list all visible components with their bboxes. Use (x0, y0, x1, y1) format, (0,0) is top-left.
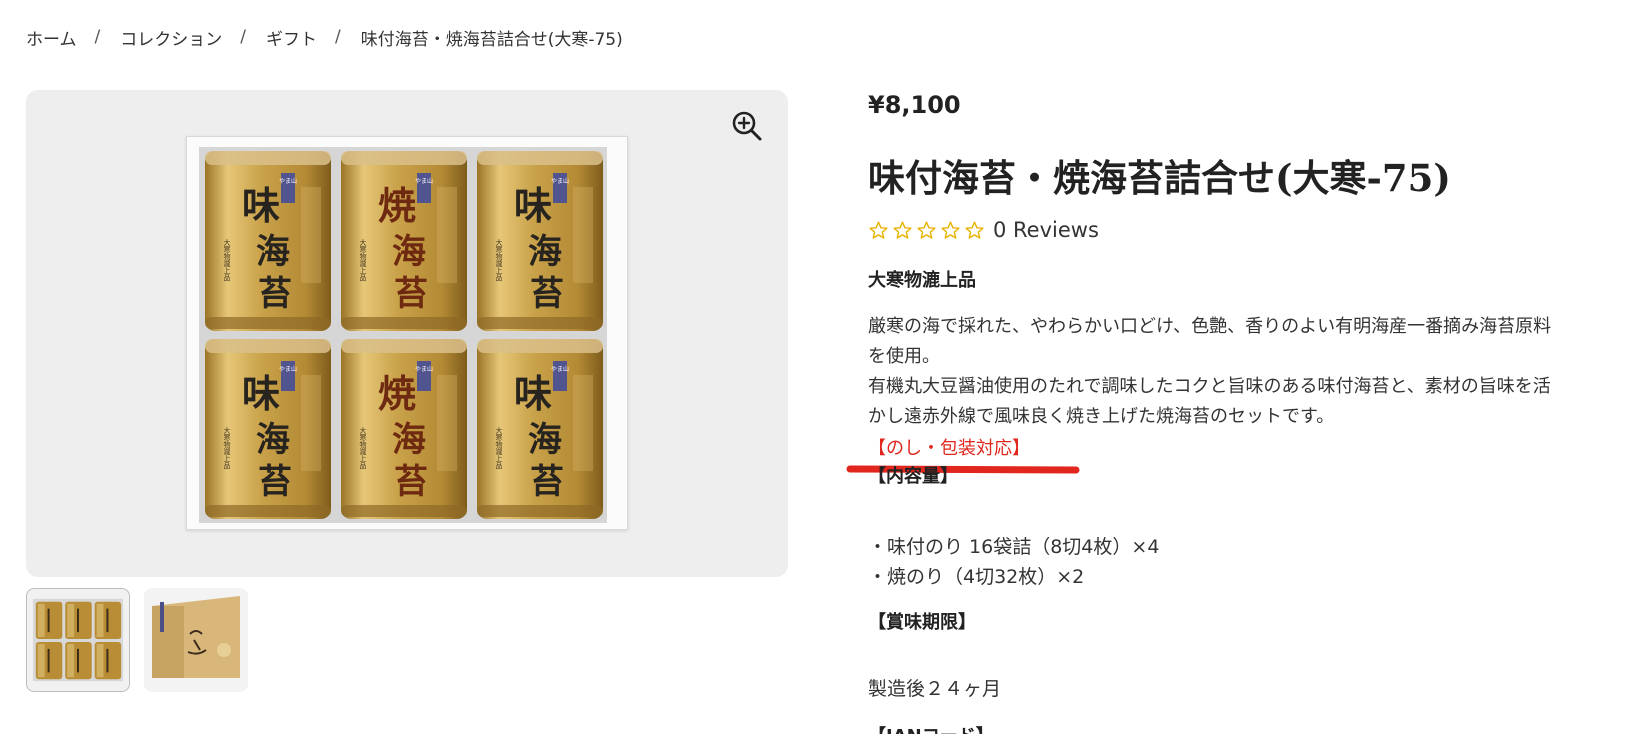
star-outline-icon (917, 220, 936, 239)
gift-box-tray: やま山味海苔大寒物瀧上品 やま山焼海苔大寒物瀧上品 やま山 味 海 苔 大寒物瀧… (199, 147, 607, 523)
breadcrumb-separator: / (94, 27, 101, 47)
tin-maker-label: 大寒物瀧上品 (223, 238, 231, 282)
star-outline-icon (941, 220, 960, 239)
rating-stars (868, 220, 985, 241)
tin-glyph-bot: 苔 (258, 462, 292, 502)
thumbnail-1[interactable] (26, 588, 130, 692)
breadcrumb-separator: / (334, 27, 341, 47)
tin-brand-tag: やま山 (415, 177, 433, 185)
product-description: 厳寒の海で採れた、やわらかい口どけ、色艶、香りのよい有明海産一番摘み海苔原料 を… (868, 312, 1636, 432)
tin-glyph-mid: 海 (256, 232, 290, 272)
contents-item: ・焼のり（4切32枚）×2 (868, 566, 1085, 588)
tin-glyph-bot: 苔 (530, 274, 564, 314)
star-outline-icon (893, 220, 912, 239)
tin-maker-label: 大寒物瀧上品 (495, 426, 503, 470)
reviews-count[interactable]: 0 Reviews (993, 218, 1099, 242)
tin-glyph-top: 味 (242, 183, 280, 228)
tin-brand-tag: やま山 (415, 365, 433, 373)
star-outline-icon (869, 220, 888, 239)
tin-glyph-top: 味 (514, 183, 552, 228)
tin-brand-tag: やま山 (279, 365, 297, 373)
seaweed-tin-image: やま山味海苔 大寒物瀧上品 (473, 147, 607, 335)
tin-maker-label: 大寒物瀧上品 (359, 426, 367, 470)
contents-heading: 【内容量】 (868, 466, 958, 487)
tin-glyph-bot: 苔 (394, 274, 428, 314)
tin-glyph-top: 焼 (378, 371, 416, 416)
tin-maker-label: 大寒物瀧上品 (223, 426, 231, 470)
breadcrumb-collection-link[interactable]: コレクション (120, 25, 222, 50)
breadcrumb-gift-link[interactable]: ギフト (266, 25, 317, 50)
tin-maker-label: 大寒物瀧上品 (495, 238, 503, 282)
thumbnail-strip (26, 588, 248, 692)
tin-glyph-bot: 苔 (394, 462, 428, 502)
breadcrumb-separator: / (240, 27, 246, 47)
product-price: ¥8,100 (868, 91, 961, 119)
description-line: を使用。 (868, 346, 940, 367)
contents-item: ・味付のり 16袋詰（8切4枚）×4 (868, 536, 1160, 558)
seaweed-tin-image: やま山焼海苔 大寒物瀧上品 (337, 147, 471, 335)
tin-glyph-top: 味 (242, 371, 280, 416)
tin-glyph-mid: 海 (528, 420, 562, 460)
tin-brand-tag: やま山 (279, 177, 297, 185)
tin-glyph-bot: 苔 (258, 274, 292, 314)
thumbnail-2[interactable] (144, 588, 248, 692)
tin-maker-label: 大寒物瀧上品 (359, 238, 367, 282)
product-title: 味付海苔・焼海苔詰合せ(大寒-75) (868, 156, 1451, 200)
star-outline-icon (965, 220, 984, 239)
description-line: 有機丸大豆醤油使用のたれで調味したコクと旨味のある味付海苔と、素材の旨味を活 (868, 376, 1551, 397)
breadcrumb: ホーム / コレクション / ギフト / 味付海苔・焼海苔詰合せ(大寒-75) (26, 24, 623, 50)
tin-glyph-mid: 海 (256, 420, 290, 460)
contents-list: ・味付のり 16袋詰（8切4枚）×4 ・焼のり（4切32枚）×2 (868, 532, 1159, 592)
tin-brand-tag: やま山 (551, 365, 569, 373)
shelf-life-heading: 【賞味期限】 (868, 612, 976, 633)
shelf-life-value: 製造後２４ヶ月 (868, 678, 1002, 700)
seaweed-tin-image: やま山味海苔 大寒物瀧上品 (473, 335, 607, 523)
gift-box-image: やま山味海苔大寒物瀧上品 やま山焼海苔大寒物瀧上品 やま山 味 海 苔 大寒物瀧… (186, 136, 628, 530)
tin-glyph-bot: 苔 (530, 462, 564, 502)
noshi-wrapping-note: 【のし・包装対応】 (868, 438, 1030, 459)
seaweed-tin-image: やま山味海苔 大寒物瀧上品 (201, 147, 335, 335)
tin-brand-tag: やま山 (551, 177, 569, 185)
seaweed-tin-image: やま山味海苔 大寒物瀧上品 (201, 335, 335, 523)
zoom-in-icon[interactable] (731, 110, 763, 142)
breadcrumb-home-link[interactable]: ホーム (26, 25, 77, 50)
tin-glyph-top: 焼 (378, 183, 416, 228)
seaweed-tin-image: やま山焼海苔 大寒物瀧上品 (337, 335, 471, 523)
tin-glyph-mid: 海 (392, 420, 426, 460)
tin-glyph-top: 味 (514, 371, 552, 416)
product-brand: 大寒物漉上品 (868, 270, 976, 291)
description-line: 厳寒の海で採れた、やわらかい口どけ、色艶、香りのよい有明海産一番摘み海苔原料 (868, 316, 1552, 337)
breadcrumb-current: 味付海苔・焼海苔詰合せ(大寒-75) (360, 29, 623, 50)
product-rating[interactable]: 0 Reviews (868, 216, 1099, 244)
product-main-image[interactable]: やま山味海苔大寒物瀧上品 やま山焼海苔大寒物瀧上品 やま山 味 海 苔 大寒物瀧… (26, 90, 788, 577)
description-line: かし遠赤外線で風味良く焼き上げた焼海苔のセットです。 (868, 406, 1335, 427)
jan-code-heading: 【JANコード】 (868, 722, 994, 734)
tin-glyph-mid: 海 (528, 232, 562, 272)
tin-glyph-mid: 海 (392, 232, 426, 272)
